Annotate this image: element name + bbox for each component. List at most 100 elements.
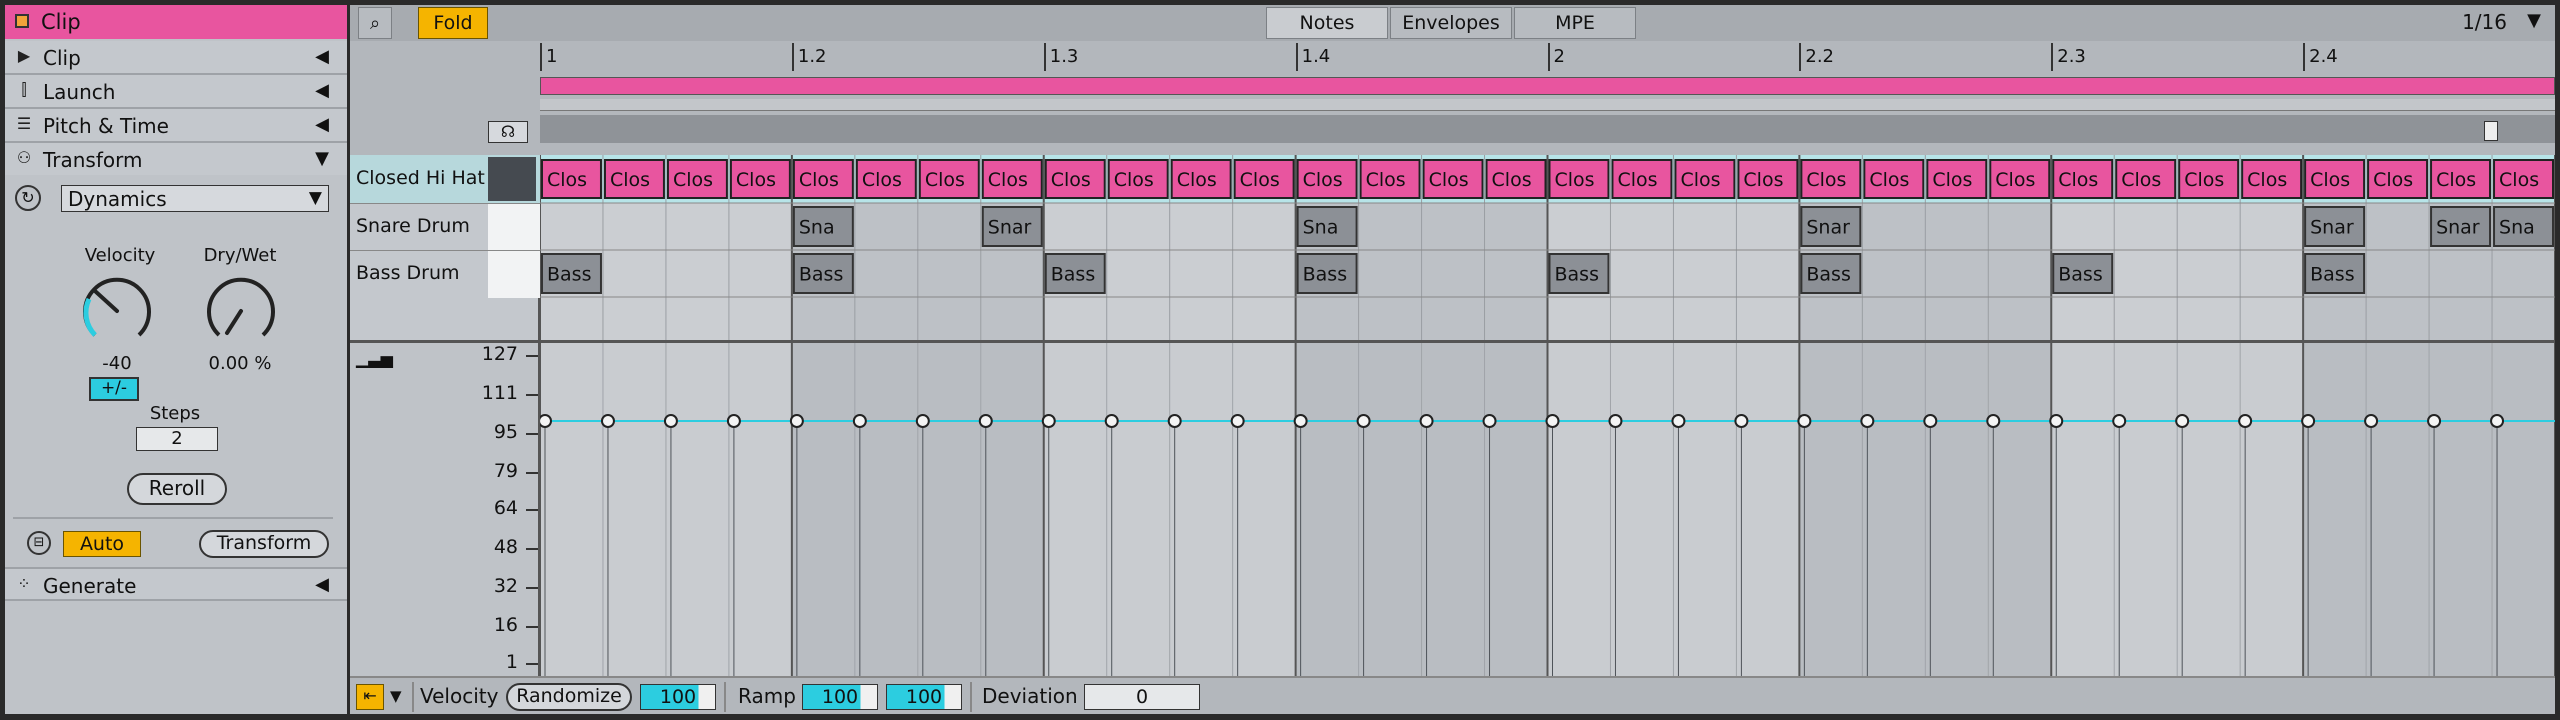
collapse-arrow-icon[interactable]: ◀ bbox=[315, 114, 329, 135]
scrub-area[interactable] bbox=[540, 115, 2555, 143]
lane-row-closed-hi-hat[interactable]: Closed Hi Hat bbox=[350, 155, 540, 203]
note[interactable]: Snar bbox=[1800, 206, 1862, 247]
section-transform[interactable]: ⚇ Transform ▼ bbox=[5, 143, 347, 177]
note[interactable]: Bass bbox=[792, 253, 854, 294]
velocity-handle[interactable] bbox=[789, 414, 804, 428]
lane-preview-pad[interactable] bbox=[488, 157, 536, 201]
velocity-handle[interactable] bbox=[1167, 414, 1182, 428]
velocity-handle[interactable] bbox=[1608, 414, 1623, 428]
tools-dropdown-arrow-icon[interactable]: ▼ bbox=[390, 687, 402, 705]
velocity-handle[interactable] bbox=[1356, 414, 1371, 428]
note[interactable]: Clos bbox=[1044, 159, 1106, 199]
note[interactable]: Clos bbox=[1359, 159, 1421, 199]
note[interactable]: Clos bbox=[2115, 159, 2177, 199]
note[interactable]: Bass bbox=[2304, 253, 2366, 294]
velocity-handle[interactable] bbox=[726, 414, 741, 428]
velocity-handle[interactable] bbox=[1860, 414, 1875, 428]
randomize-button[interactable]: Randomize bbox=[506, 683, 632, 711]
velocity-handle[interactable] bbox=[2175, 414, 2190, 428]
velocity-handle[interactable] bbox=[915, 414, 930, 428]
collapse-arrow-icon[interactable]: ◀ bbox=[315, 574, 329, 595]
note[interactable]: Clos bbox=[729, 159, 791, 199]
note[interactable]: Sna bbox=[2493, 206, 2554, 247]
timeline-ruler[interactable]: 1 1.2 1.3 1.4 2 2.2 2.3 2.4 ☊ bbox=[350, 41, 2555, 155]
note[interactable]: Clos bbox=[1863, 159, 1925, 199]
note[interactable]: Clos bbox=[1233, 159, 1295, 199]
note[interactable]: Bass bbox=[2052, 253, 2114, 294]
lane-preview-pad[interactable] bbox=[488, 204, 540, 251]
velocity-handle[interactable] bbox=[1545, 414, 1560, 428]
grid-dropdown-arrow-icon[interactable]: ▼ bbox=[2527, 10, 2541, 31]
drywet-knob[interactable] bbox=[201, 271, 281, 351]
note[interactable]: Clos bbox=[2493, 159, 2554, 199]
note[interactable]: Clos bbox=[1800, 159, 1862, 199]
note[interactable]: Sna bbox=[792, 206, 854, 247]
note[interactable]: Clos bbox=[1422, 159, 1484, 199]
note[interactable]: Clos bbox=[2430, 159, 2492, 199]
lane-row-bass-drum[interactable]: Bass Drum bbox=[350, 250, 540, 298]
note[interactable]: Clos bbox=[1926, 159, 1988, 199]
note[interactable]: Snar bbox=[2430, 206, 2492, 247]
bar-numbers[interactable]: 1 1.2 1.3 1.4 2 2.2 2.3 2.4 bbox=[540, 41, 2555, 71]
clip-start-end-bar[interactable] bbox=[540, 99, 2555, 111]
ramp-start-field[interactable]: 100 bbox=[802, 684, 878, 710]
note[interactable]: Clos bbox=[2052, 159, 2114, 199]
section-generate[interactable]: ⁘ Generate ◀ bbox=[5, 567, 347, 601]
velocity-handle[interactable] bbox=[2490, 414, 2505, 428]
note[interactable]: Bass bbox=[1044, 253, 1106, 294]
note[interactable]: Clos bbox=[792, 159, 854, 199]
note[interactable]: Bass bbox=[1296, 253, 1358, 294]
invert-toggle-button[interactable]: +/- bbox=[89, 377, 139, 401]
velocity-handle[interactable] bbox=[2364, 414, 2379, 428]
velocity-handle[interactable] bbox=[1734, 414, 1749, 428]
device-dropdown[interactable]: Dynamics ▼ bbox=[61, 185, 329, 212]
follow-button[interactable]: ☊ bbox=[488, 121, 528, 143]
tab-envelopes[interactable]: Envelopes bbox=[1390, 7, 1512, 39]
velocity-value-field[interactable]: 100 bbox=[640, 684, 716, 710]
section-clip[interactable]: ▶ Clip ◀ bbox=[5, 41, 347, 75]
note[interactable]: Clos bbox=[1989, 159, 2051, 199]
note[interactable]: Snar bbox=[981, 206, 1043, 247]
section-launch[interactable]: ⫿ Launch ◀ bbox=[5, 75, 347, 109]
clip-color-square-icon[interactable] bbox=[15, 14, 29, 28]
note[interactable]: Clos bbox=[1170, 159, 1232, 199]
velocity-handle[interactable] bbox=[2112, 414, 2127, 428]
reroll-button[interactable]: Reroll bbox=[127, 473, 227, 505]
note[interactable]: Clos bbox=[1296, 159, 1358, 199]
note[interactable]: Clos bbox=[1548, 159, 1610, 199]
refresh-icon[interactable]: ↻ bbox=[15, 185, 41, 211]
lane-row-snare-drum[interactable]: Snare Drum bbox=[350, 203, 540, 251]
expand-arrow-icon[interactable]: ▼ bbox=[315, 148, 329, 169]
velocity-handle[interactable] bbox=[852, 414, 867, 428]
tab-mpe[interactable]: MPE bbox=[1514, 7, 1636, 39]
clip-loop-bar[interactable] bbox=[540, 77, 2555, 95]
velocity-handle[interactable] bbox=[2427, 414, 2442, 428]
velocity-handle[interactable] bbox=[1293, 414, 1308, 428]
note[interactable]: Clos bbox=[603, 159, 665, 199]
velocity-handle[interactable] bbox=[1923, 414, 1938, 428]
section-pitch-time[interactable]: ☰ Pitch & Time ◀ bbox=[5, 109, 347, 143]
clip-header[interactable]: Clip bbox=[5, 5, 347, 39]
note[interactable]: Clos bbox=[1737, 159, 1799, 199]
search-button[interactable]: ⌕ bbox=[358, 7, 392, 39]
velocity-handle[interactable] bbox=[1797, 414, 1812, 428]
note[interactable]: Clos bbox=[1107, 159, 1169, 199]
velocity-handle[interactable] bbox=[1671, 414, 1686, 428]
lanes-grid[interactable]: Clos Clos Clos Clos Clos Clos Clos Clos Clos Clos… bbox=[540, 155, 2555, 340]
transform-button[interactable]: Transform bbox=[199, 530, 329, 558]
note[interactable]: Clos bbox=[918, 159, 980, 199]
note[interactable]: Clos bbox=[855, 159, 917, 199]
deviation-field[interactable]: 0 bbox=[1084, 684, 1200, 710]
note[interactable]: Clos bbox=[2304, 159, 2366, 199]
velocity-handle[interactable] bbox=[2049, 414, 2064, 428]
note[interactable]: Clos bbox=[1611, 159, 1673, 199]
collapse-arrow-icon[interactable]: ◀ bbox=[315, 80, 329, 101]
velocity-handle[interactable] bbox=[1104, 414, 1119, 428]
velocity-handle[interactable] bbox=[600, 414, 615, 428]
velocity-knob[interactable] bbox=[77, 271, 157, 351]
note[interactable]: Clos bbox=[2367, 159, 2429, 199]
velocity-lane[interactable] bbox=[540, 343, 2555, 676]
fold-button[interactable]: Fold bbox=[418, 7, 488, 39]
velocity-handle[interactable] bbox=[540, 414, 552, 428]
note[interactable]: Bass bbox=[1548, 253, 1610, 294]
